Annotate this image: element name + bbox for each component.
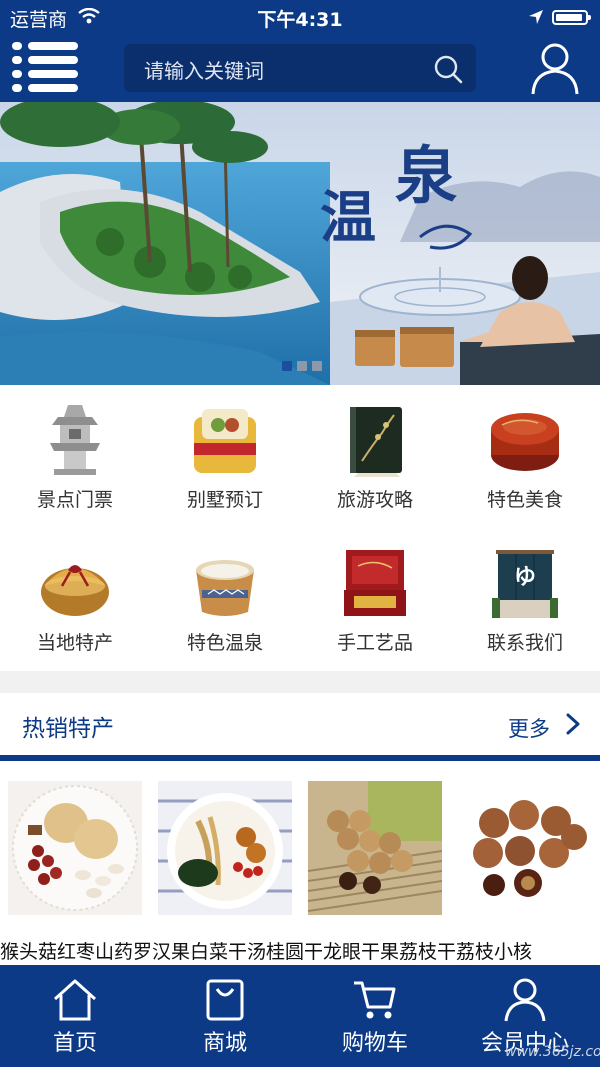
- search-input[interactable]: 请输入关键词: [124, 44, 476, 92]
- category-label: 手工艺品: [336, 632, 413, 654]
- watermark: www.365jz.com: [505, 1044, 600, 1060]
- category-label: 别墅预订: [186, 489, 263, 511]
- tab-label: 首页: [52, 1031, 97, 1056]
- home-icon: [53, 979, 97, 1021]
- product-name[interactable]: 桂圆干龙眼干果: [266, 941, 399, 963]
- hot-products-header: 热销特产 更多: [0, 693, 600, 755]
- category-label: 旅游攻略: [336, 489, 413, 511]
- product-image: [8, 781, 142, 915]
- status-bar: 运营商 下午4:31: [0, 0, 600, 34]
- product-name[interactable]: 罗汉果白菜干汤: [133, 941, 266, 963]
- hot-spring-banner-image: 温 泉: [0, 102, 600, 385]
- gift-box-icon: [194, 409, 256, 473]
- carousel-dot[interactable]: [312, 361, 322, 371]
- user-icon[interactable]: [530, 40, 580, 96]
- category-local-food[interactable]: 特色美食: [450, 385, 600, 528]
- svg-text:泉: 泉: [395, 139, 457, 212]
- battery-icon: [552, 10, 591, 25]
- category-travel-guide[interactable]: 旅游攻略: [300, 385, 450, 528]
- product-list: [0, 761, 600, 966]
- top-navbar: 请输入关键词: [0, 34, 600, 102]
- craft-box-icon: [344, 550, 406, 616]
- product-card[interactable]: [458, 781, 592, 915]
- svg-text:温: 温: [320, 185, 376, 251]
- product-card[interactable]: [308, 781, 442, 915]
- bath-tub-icon: [196, 560, 254, 616]
- tab-cart[interactable]: 购物车: [300, 965, 450, 1067]
- tab-mall[interactable]: 商城: [150, 965, 300, 1067]
- category-hot-spring[interactable]: 特色温泉: [150, 528, 300, 671]
- category-label: 联系我们: [486, 632, 563, 654]
- search-icon[interactable]: [433, 54, 463, 84]
- noren-curtain-icon: ゆ: [492, 550, 558, 618]
- location-arrow-icon: [529, 10, 543, 24]
- carousel-dot[interactable]: [282, 361, 292, 371]
- tab-label: 商城: [202, 1031, 247, 1056]
- bottom-tabbar: 首页 商城 购物车 会员中心 www.365jz.com: [0, 965, 600, 1067]
- svg-text:ゆ: ゆ: [514, 565, 536, 590]
- bundle-icon: [41, 565, 109, 616]
- product-name[interactable]: 猴头菇红枣山药: [0, 941, 133, 963]
- search-placeholder: 请输入关键词: [144, 59, 264, 83]
- product-image: [308, 781, 442, 915]
- promo-banner[interactable]: 温 泉: [0, 102, 600, 385]
- member-icon: [504, 978, 546, 1022]
- product-image: [458, 781, 592, 915]
- cart-icon: [354, 981, 396, 1019]
- chevron-right-icon[interactable]: [566, 713, 580, 735]
- more-link[interactable]: 更多: [508, 713, 550, 743]
- tab-label: 购物车: [341, 1031, 408, 1056]
- section-title: 热销特产: [22, 716, 114, 742]
- shopping-bag-icon: [206, 979, 244, 1021]
- category-label: 当地特产: [36, 632, 113, 654]
- tab-home[interactable]: 首页: [0, 965, 150, 1067]
- product-names-row: 猴头菇红枣山药罗汉果白菜干汤桂圆干龙眼干果荔枝干荔枝小核: [0, 937, 600, 965]
- product-card[interactable]: [8, 781, 142, 915]
- section-divider: [0, 671, 600, 693]
- category-local-specialty[interactable]: 当地特产: [0, 528, 150, 671]
- lacquer-box-icon: [491, 413, 559, 471]
- carousel-dot[interactable]: [297, 361, 307, 371]
- category-contact-us[interactable]: ゆ 联系我们: [450, 528, 600, 671]
- category-label: 景点门票: [36, 489, 113, 511]
- product-image: [158, 781, 292, 915]
- menu-icon[interactable]: [12, 42, 78, 94]
- category-handicraft[interactable]: 手工艺品: [300, 528, 450, 671]
- product-card[interactable]: [158, 781, 292, 915]
- book-icon: [350, 407, 402, 477]
- category-grid: 景点门票 别墅预订 旅游攻略 特色美食 当地特产 特色温泉 手工艺品 ゆ 联系我…: [0, 385, 600, 671]
- clock: 下午4:31: [257, 9, 343, 31]
- category-scenic-tickets[interactable]: 景点门票: [0, 385, 150, 528]
- pagoda-icon: [50, 405, 100, 475]
- product-name[interactable]: 荔枝干荔枝小核: [399, 941, 532, 963]
- category-villa-booking[interactable]: 别墅预订: [150, 385, 300, 528]
- category-label: 特色美食: [486, 489, 563, 511]
- category-label: 特色温泉: [186, 632, 263, 654]
- carousel-indicator[interactable]: [282, 361, 322, 371]
